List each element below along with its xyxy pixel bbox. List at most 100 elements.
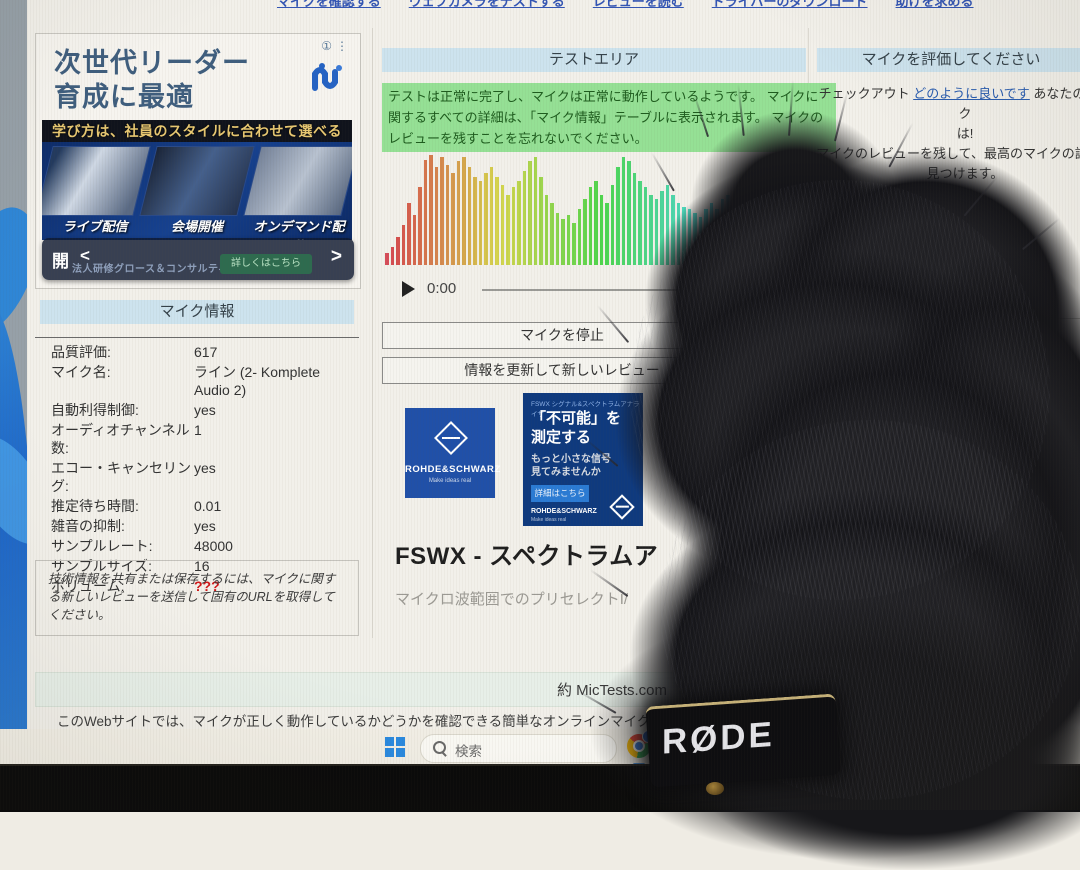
rs-tagline: Make ideas real (405, 478, 495, 484)
form-underline[interactable] (887, 406, 1080, 407)
spectrum-bar (644, 187, 648, 265)
ad-menu-icon[interactable]: ⋮ (336, 39, 352, 53)
rs-ad-logo-tile[interactable]: ROHDE&SCHWARZ Make ideas real (405, 408, 495, 498)
rs-diamond-icon (609, 494, 634, 519)
spectrum-bar (759, 225, 763, 265)
rs-brand-text: ROHDE&SCHWARZ (531, 508, 597, 515)
how-good-link[interactable]: どのように良いです (913, 86, 1030, 101)
spectrum-bar (754, 221, 758, 265)
spectrum-bar (666, 185, 670, 265)
spectrum-bar (721, 199, 725, 265)
spectrum-bar (677, 203, 681, 265)
table-row: サンプルレート:48000 (35, 536, 359, 556)
spectrum-bar (424, 160, 428, 265)
spectrum-bar (710, 203, 714, 265)
spectrum-bar (688, 209, 692, 265)
rs-brand-text: ROHDE&SCHWARZ (405, 464, 495, 475)
partial-date-fragment: (201 (1025, 366, 1045, 377)
stop-mic-button[interactable]: マイクを停止 (382, 322, 742, 349)
spectrum-bar (655, 199, 659, 265)
rs-cta-button[interactable]: 詳細はこちら (531, 485, 589, 502)
ad-banner-headline: 学び方は、社員のスタイルに合わせて選べる (42, 120, 352, 142)
spectrum-bar (484, 173, 488, 265)
technical-note-box: 技術情報を共有または保存するには、マイクに関する新しいレビューを送信して固有のU… (35, 560, 359, 636)
ad-info-icon[interactable]: ① (321, 39, 336, 53)
search-icon (433, 741, 446, 754)
advertisement-card[interactable]: ①⋮ 次世代リーダー育成に最適 学び方は、社員のスタイルに合わせて選べる ライブ… (35, 33, 361, 289)
mic-info-panel: マイク情報 品質評価:617 マイク名:ライン (2- Komplete Aud… (35, 300, 359, 596)
spectrum-bar (726, 195, 730, 265)
ad-choices-icons[interactable]: ①⋮ (321, 39, 352, 53)
player-seekbar[interactable] (482, 289, 782, 291)
rode-label-band: RØDE (645, 693, 840, 787)
spectrum-bar (385, 253, 389, 265)
form-underline[interactable] (887, 318, 1080, 319)
table-row: 品質評価:617 (35, 342, 359, 362)
spectrum-bar (561, 219, 565, 265)
spectrum-bar (413, 215, 417, 265)
spectrum-bar (528, 161, 532, 265)
test-area-title: テストエリア (382, 48, 806, 72)
table-row: 自動利得制御:yes (35, 400, 359, 420)
nav-link-webcam-test[interactable]: ウェブカメラをテストする (409, 0, 565, 10)
spectrum-bar (660, 191, 664, 265)
mic-info-title: マイク情報 (40, 300, 354, 324)
spectrum-bar (693, 213, 697, 265)
spectrum-bar (473, 177, 477, 265)
spectrum-bar (765, 229, 769, 265)
spectrum-bar (671, 195, 675, 265)
table-row: マイク名:ライン (2- Komplete Audio 2) (35, 362, 359, 400)
spectrum-bar (611, 185, 615, 265)
player-time: 0:00 (427, 280, 456, 297)
nav-link-driver-download[interactable]: ドライバーのダウンロード (712, 0, 868, 10)
rs-result-heading[interactable]: FSWX - スペクトラムア (395, 536, 658, 571)
nav-link-get-help[interactable]: 助けを求める (896, 0, 974, 10)
ad-photo-label: 会場開催 (146, 216, 248, 240)
spectrum-bar (402, 225, 406, 265)
windows-start-icon[interactable] (385, 737, 405, 757)
form-underline[interactable] (887, 362, 1080, 363)
taskbar-search-input[interactable]: 検索 (420, 734, 617, 763)
spectrum-bar (616, 167, 620, 265)
spectrum-bar (391, 247, 395, 265)
spectrum-bar (627, 161, 631, 265)
spectrum-bar (512, 187, 516, 265)
rs-ad-product-tile[interactable]: FSWX シグナル&スペクトラムアナライザ 「不可能」を測定する もっと小さな信… (523, 393, 643, 526)
spectrum-bar (545, 195, 549, 265)
spectrum-bar (715, 209, 719, 265)
ad-photo-ondemand (243, 146, 352, 216)
advertiser-logo-icon (312, 62, 346, 92)
audio-player[interactable]: 0:00 (382, 272, 802, 306)
table-row: 推定待ち時間:0.01 (35, 496, 359, 516)
technical-note-text: 技術情報を共有または保存するには、マイクに関する新しいレビューを送信して固有のU… (48, 570, 346, 624)
spectrum-bar (699, 217, 703, 265)
column-divider (372, 28, 373, 638)
spectrum-bar (490, 167, 494, 265)
spectrum-bar (589, 187, 593, 265)
nav-link-check-mic[interactable]: マイクを確認する (277, 0, 381, 10)
ad-photo-venue (139, 146, 254, 216)
spectrum-bar (572, 223, 576, 265)
ad-open-label[interactable]: 開 (52, 247, 69, 272)
ad-banner-image[interactable]: 学び方は、社員のスタイルに合わせて選べる ライブ配信 会場開催 オンデマンド配信… (42, 120, 352, 240)
spectrum-bar (633, 173, 637, 265)
spectrum-bar (748, 217, 752, 265)
rs-tagline: Make ideas real (531, 517, 566, 523)
table-row: オーディオチャンネル数:1 (35, 420, 359, 458)
carousel-next-icon[interactable]: > (331, 246, 342, 268)
ad-title: 次世代リーダー育成に最適 (54, 46, 250, 114)
play-icon[interactable] (402, 281, 415, 297)
spectrum-bar (501, 185, 505, 265)
top-navigation: マイクを確認する ウェブカメラをテストする レビューを読む ドライバーのダウンロ… (277, 0, 974, 10)
search-placeholder: 検索 (455, 740, 482, 760)
about-site-label[interactable]: 約 MicTests.com (557, 679, 667, 700)
ad-carousel-overlay: 開 < 法人研修グロース＆コンサルティング 詳しくはこちら > (42, 238, 354, 280)
spectrum-bar (435, 167, 439, 265)
spectrum-bar (468, 167, 472, 265)
refresh-info-button[interactable]: 情報を更新して新しいレビュー (382, 357, 742, 384)
nav-link-read-reviews[interactable]: レビューを読む (593, 0, 684, 10)
table-row: エコー・キャンセリング:yes (35, 458, 359, 496)
partial-text-fragment: をまにします (985, 258, 1051, 274)
rs-result-subtext: マイクロ波範囲でのプリセレクトI/ (395, 588, 628, 609)
ad-cta-button[interactable]: 詳しくはこちら (220, 254, 312, 274)
